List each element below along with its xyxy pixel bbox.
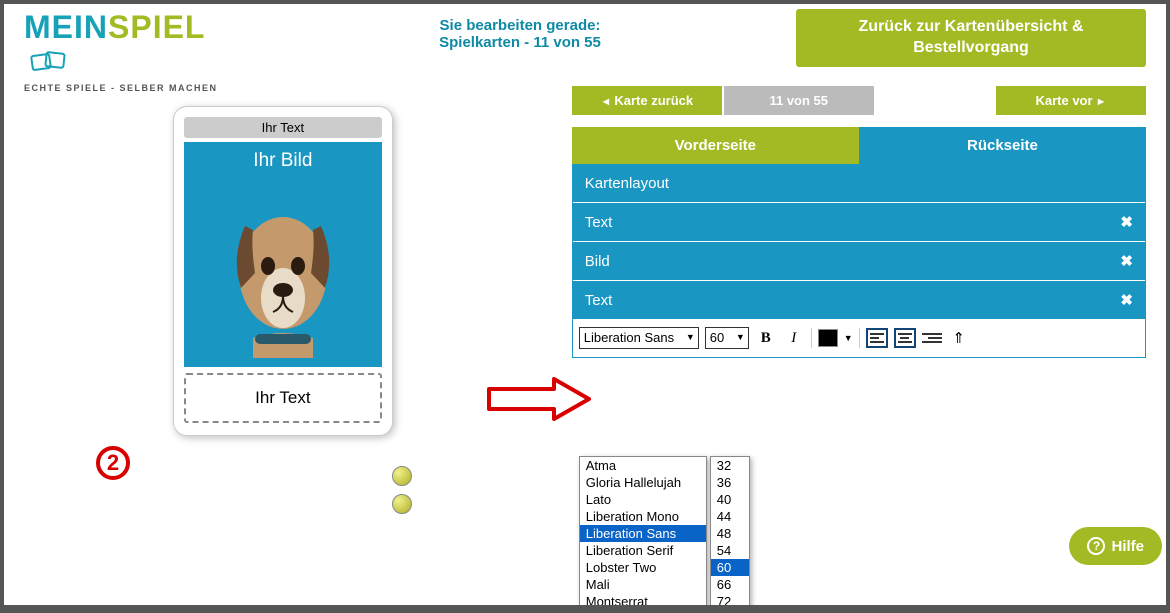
font-option[interactable]: Gloria Hallelujah bbox=[580, 474, 706, 491]
align-left-button[interactable] bbox=[866, 328, 888, 348]
size-option[interactable]: 54 bbox=[711, 542, 749, 559]
size-option[interactable]: 44 bbox=[711, 508, 749, 525]
align-right-button[interactable] bbox=[922, 330, 942, 346]
logo-text-1: MEIN bbox=[24, 9, 108, 45]
card-preview-pane: Ihr Text Ihr Bild bbox=[4, 76, 562, 605]
chevron-down-icon: ▼ bbox=[844, 333, 853, 343]
font-option[interactable]: Montserrat bbox=[580, 593, 706, 605]
editor-pane: ◄ Karte zurück 11 von 55 Karte vor ► Vor… bbox=[562, 76, 1166, 605]
card-counter: 11 von 55 bbox=[724, 86, 874, 115]
logo-text-2: SPIEL bbox=[108, 9, 205, 45]
close-icon[interactable]: ✖ bbox=[1120, 291, 1133, 309]
next-card-button[interactable]: Karte vor ► bbox=[996, 86, 1146, 115]
size-select[interactable]: 60▼ bbox=[705, 327, 749, 349]
card-top-text[interactable]: Ihr Text bbox=[184, 117, 382, 138]
size-option[interactable]: 72 bbox=[711, 593, 749, 605]
size-option[interactable]: 48 bbox=[711, 525, 749, 542]
card-nav: ◄ Karte zurück 11 von 55 Karte vor ► bbox=[572, 86, 1146, 115]
size-option[interactable]: 66 bbox=[711, 576, 749, 593]
size-option[interactable]: 32 bbox=[711, 457, 749, 474]
size-option[interactable]: 36 bbox=[711, 474, 749, 491]
header: MEINSPIEL ECHTE SPIELE - SELBER MACHEN S… bbox=[4, 4, 1166, 76]
back-to-overview-button[interactable]: Zurück zur Kartenübersicht & Bestellvorg… bbox=[796, 9, 1146, 67]
help-button[interactable]: ? Hilfe bbox=[1069, 527, 1162, 565]
font-option[interactable]: Mali bbox=[580, 576, 706, 593]
font-option[interactable]: Lato bbox=[580, 491, 706, 508]
size-option[interactable]: 40 bbox=[711, 491, 749, 508]
size-dropdown[interactable]: 323640444854606672808896 bbox=[710, 456, 750, 605]
dog-image bbox=[213, 178, 353, 358]
font-option[interactable]: Liberation Mono bbox=[580, 508, 706, 525]
accordion-bild[interactable]: Bild✖ bbox=[573, 241, 1145, 280]
align-center-button[interactable] bbox=[894, 328, 916, 348]
font-option[interactable]: Atma bbox=[580, 457, 706, 474]
accordion-text2[interactable]: Text✖ bbox=[573, 280, 1145, 319]
header-status: Sie bearbeiten gerade: Spielkarten - 11 … bbox=[244, 9, 796, 51]
pin-button[interactable] bbox=[392, 494, 412, 514]
card-image-area[interactable]: Ihr Bild bbox=[184, 142, 382, 367]
close-icon[interactable]: ✖ bbox=[1120, 213, 1133, 231]
tab-back[interactable]: Rückseite bbox=[859, 127, 1146, 164]
card-image-label: Ihr Bild bbox=[253, 150, 312, 171]
close-icon[interactable]: ✖ bbox=[1120, 252, 1133, 270]
annotation-2: 2 bbox=[96, 446, 130, 480]
prev-card-button[interactable]: ◄ Karte zurück bbox=[572, 86, 722, 115]
font-dropdown[interactable]: AtmaGloria HallelujahLatoLiberation Mono… bbox=[579, 456, 707, 605]
font-select[interactable]: Liberation Sans▼ bbox=[579, 327, 699, 349]
accordion-layout[interactable]: Kartenlayout bbox=[573, 165, 1145, 202]
bold-button[interactable]: B bbox=[755, 327, 777, 349]
rotate-button[interactable] bbox=[392, 466, 412, 486]
text-toolbar: Liberation Sans▼ 60▼ B I ▼ ⇑ bbox=[573, 319, 1145, 357]
font-option[interactable]: Liberation Sans bbox=[580, 525, 706, 542]
help-icon: ? bbox=[1087, 537, 1105, 555]
font-option[interactable]: Liberation Serif bbox=[580, 542, 706, 559]
side-tabs: Vorderseite Rückseite bbox=[572, 127, 1146, 164]
italic-button[interactable]: I bbox=[783, 327, 805, 349]
card-bottom-text[interactable]: Ihr Text bbox=[184, 373, 382, 423]
chevron-down-icon: ▼ bbox=[686, 332, 695, 342]
chevron-down-icon: ▼ bbox=[736, 332, 745, 342]
size-option[interactable]: 60 bbox=[711, 559, 749, 576]
move-up-button[interactable]: ⇑ bbox=[948, 327, 970, 349]
font-option[interactable]: Lobster Two bbox=[580, 559, 706, 576]
tab-front[interactable]: Vorderseite bbox=[572, 127, 859, 164]
accordion-text[interactable]: Text✖ bbox=[573, 202, 1145, 241]
card-preview: Ihr Text Ihr Bild bbox=[173, 106, 393, 436]
color-swatch[interactable] bbox=[818, 329, 838, 347]
